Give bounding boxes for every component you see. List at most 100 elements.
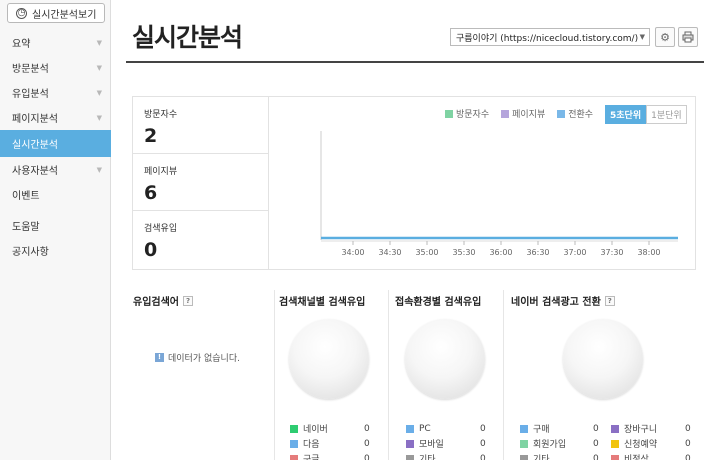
x-tick-label: 35:30 [452,248,475,257]
unit-5sec-button[interactable]: 5초단위 [605,105,647,124]
x-tick-label: 34:30 [378,248,401,257]
sidebar-item-inflow-analysis[interactable]: 유입분석 ▼ [0,80,111,105]
legend-swatch [520,424,528,433]
stat-label: 방문자수 [144,110,178,120]
legend-swatch [406,424,414,433]
print-button[interactable] [678,27,698,47]
legend-swatch [445,109,453,118]
legend-swatch [557,109,566,118]
series-point [463,237,465,239]
title-divider [126,61,704,63]
chevron-down-icon: ▼ [96,88,102,97]
legend-row: 구글 0 [290,451,370,460]
legend-item-conversions[interactable]: 전환수 [557,107,593,120]
sidebar-item-visit-analysis[interactable]: 방문분석 ▼ [0,55,111,80]
chevron-down-icon: ▼ [96,63,102,72]
stat-label: 검색유입 [144,224,178,234]
sidebar: ◷ 실시간분석보기 요약 ▼ 방문분석 ▼ 유입분석 ▼ 페이지분석 ▼ 실시간… [0,0,111,460]
sidebar-item-summary[interactable]: 요약 ▼ [0,30,111,55]
blog-select-value: 구름이야기 (https://nicecloud.tistory.com/) [456,33,639,44]
legend-row: 네이버 0 [290,421,370,436]
legend-swatch [611,424,619,433]
time-unit-toggle: 5초단위 1분단위 [605,105,687,124]
sidebar-item-event[interactable]: 이벤트 [0,182,111,207]
legend-swatch [406,454,414,460]
chevron-down-icon: ▼ [96,113,102,122]
realtime-stats-panel: 방문자수 2 페이지뷰 6 검색유입 0 방문자수 페이지뷰 전환수 5초단위 … [132,96,696,270]
legend-swatch [406,439,414,448]
channel-legend: 네이버 0 다음 0 구글 0 [290,421,370,460]
legend-label: 다음 [303,440,320,450]
help-icon[interactable]: ? [604,295,615,306]
legend-label: 구매 [533,425,550,435]
stat-value: 6 [144,182,158,204]
legend-row: 장바구니 0 [611,421,693,436]
section-title-text: 접속환경별 검색유입 [395,297,482,308]
legend-item-pageviews[interactable]: 페이지뷰 [501,107,545,120]
legend-value: 0 [593,423,599,434]
help-icon[interactable]: ? [183,295,193,306]
gear-icon: ⚙ [660,30,670,44]
section-title-channel: 검색채널별 검색유입 [279,293,365,308]
realtime-chart: 34:00 34:30 35:00 35:30 36:00 36:30 37:00 37:30… [320,131,678,257]
stat-search-inflow: 검색유입 0 [133,211,268,268]
legend-value: 0 [593,438,599,449]
sidebar-item-realtime-analysis[interactable]: 실시간분석 [0,130,111,157]
x-tick-label: 35:00 [415,248,438,257]
unit-1min-button[interactable]: 1분단위 [646,105,687,124]
chart-legend: 방문자수 페이지뷰 전환수 [445,107,593,120]
realtime-analysis-button[interactable]: ◷ 실시간분석보기 [7,3,105,23]
series-point [352,237,354,239]
sidebar-item-label: 공지사항 [12,247,49,258]
legend-row: 다음 0 [290,436,370,451]
legend-label: 비정상 [624,455,649,460]
legend-label: 신청예약 [624,440,658,450]
x-tick-label: 36:00 [489,248,512,257]
x-tick-label: 37:30 [600,248,623,257]
sidebar-item-help[interactable]: 도움말 [0,213,111,238]
legend-value: 0 [480,453,486,460]
info-icon: ! [155,353,164,362]
series-point [500,237,502,239]
sidebar-item-page-analysis[interactable]: 페이지분석 ▼ [0,105,111,130]
sidebar-item-user-analysis[interactable]: 사용자분석 ▼ [0,157,111,182]
legend-swatch [611,439,619,448]
legend-row: 기타 0 [520,451,600,460]
legend-label: 장바구니 [624,425,658,435]
legend-item-visitors[interactable]: 방문자수 [445,107,489,120]
legend-label: 전환수 [568,110,594,120]
naver-ads-legend-left: 구매 0 회원가입 0 기타 0 [520,421,600,460]
sidebar-item-notice[interactable]: 공지사항 [0,238,111,263]
legend-label: 모바일 [419,440,444,450]
legend-swatch [501,109,510,118]
series-point [574,237,576,239]
sidebar-item-label: 페이지분석 [12,114,58,125]
legend-row: 구매 0 [520,421,600,436]
legend-value: 0 [480,438,486,449]
blog-select-dropdown[interactable]: 구름이야기 (https://nicecloud.tistory.com/) ▼ [450,28,650,46]
legend-value: 0 [685,423,691,434]
no-data-text: 데이터가 없습니다. [168,354,240,364]
series-point [648,237,650,239]
chevron-down-icon: ▼ [639,33,645,41]
legend-swatch [611,454,619,460]
legend-value: 0 [364,453,370,460]
series-point [611,237,613,239]
x-tick-label: 36:30 [526,248,549,257]
sidebar-item-label: 유입분석 [12,89,49,100]
section-title-text: 유입검색어 [133,297,179,308]
section-title-text: 검색채널별 검색유입 [279,297,366,308]
series-point [389,237,391,239]
series-point [537,237,539,239]
chevron-down-icon: ▼ [96,38,102,47]
legend-label: 구글 [303,455,320,460]
legend-label: 페이지뷰 [512,110,546,120]
x-tick-label: 37:00 [563,248,586,257]
stat-summary-column: 방문자수 2 페이지뷰 6 검색유입 0 [133,97,269,269]
sidebar-item-label: 요약 [12,39,31,50]
section-title-naver-ads: 네이버 검색광고 전환 ? [511,293,615,308]
legend-value: 0 [685,438,691,449]
legend-label: PC [419,423,431,434]
x-tick-label: 38:00 [637,248,660,257]
settings-button[interactable]: ⚙ [655,27,675,47]
